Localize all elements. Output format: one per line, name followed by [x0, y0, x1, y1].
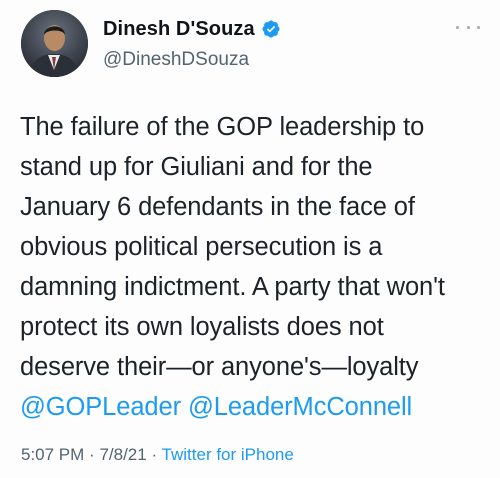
dot-icon [477, 25, 480, 29]
tweet-line: deserve their—or anyone's—loyalty [20, 353, 419, 381]
tweet-line: stand up for Giuliani and for the [20, 153, 373, 181]
tweet-date[interactable]: 7/8/21 [99, 445, 146, 464]
author-block: Dinesh D'Souza @DineshDSouza [103, 17, 281, 71]
handle[interactable]: @DineshDSouza [103, 49, 281, 71]
tweet-line: damning indictment. A party that won't [20, 273, 445, 301]
more-options-icon[interactable] [456, 22, 480, 32]
tweet-card: Dinesh D'Souza @DineshDSouza The failure… [0, 0, 500, 478]
tweet-time[interactable]: 5:07 PM [21, 445, 84, 464]
name-row: Dinesh D'Souza [103, 17, 281, 41]
tweet-line: The failure of the GOP leadership to [20, 113, 425, 141]
mentions-line: @GOPLeader @LeaderMcConnell [20, 387, 495, 427]
mention-link-gopleader[interactable]: @GOPLeader [20, 393, 181, 421]
verified-badge-icon [261, 19, 281, 39]
avatar[interactable] [21, 10, 88, 77]
avatar-photo [21, 10, 88, 77]
meta-separator: · [151, 445, 158, 464]
tweet-line: obvious political persecution is a [20, 233, 383, 261]
mention-link-leadermcconnell[interactable]: @LeaderMcConnell [188, 393, 412, 421]
tweet-metadata: 5:07 PM · 7/8/21 · Twitter for iPhone [21, 445, 294, 465]
dot-icon [466, 25, 470, 29]
tweet-line: January 6 defendants in the face of [20, 193, 415, 221]
tweet-line: protect its own loyalists does not [20, 313, 384, 341]
meta-separator: · [89, 445, 95, 464]
dot-icon [456, 25, 459, 29]
tweet-text: The failure of the GOP leadership to sta… [20, 107, 495, 427]
tweet-source-link[interactable]: Twitter for iPhone [162, 445, 294, 464]
display-name[interactable]: Dinesh D'Souza [103, 18, 255, 41]
